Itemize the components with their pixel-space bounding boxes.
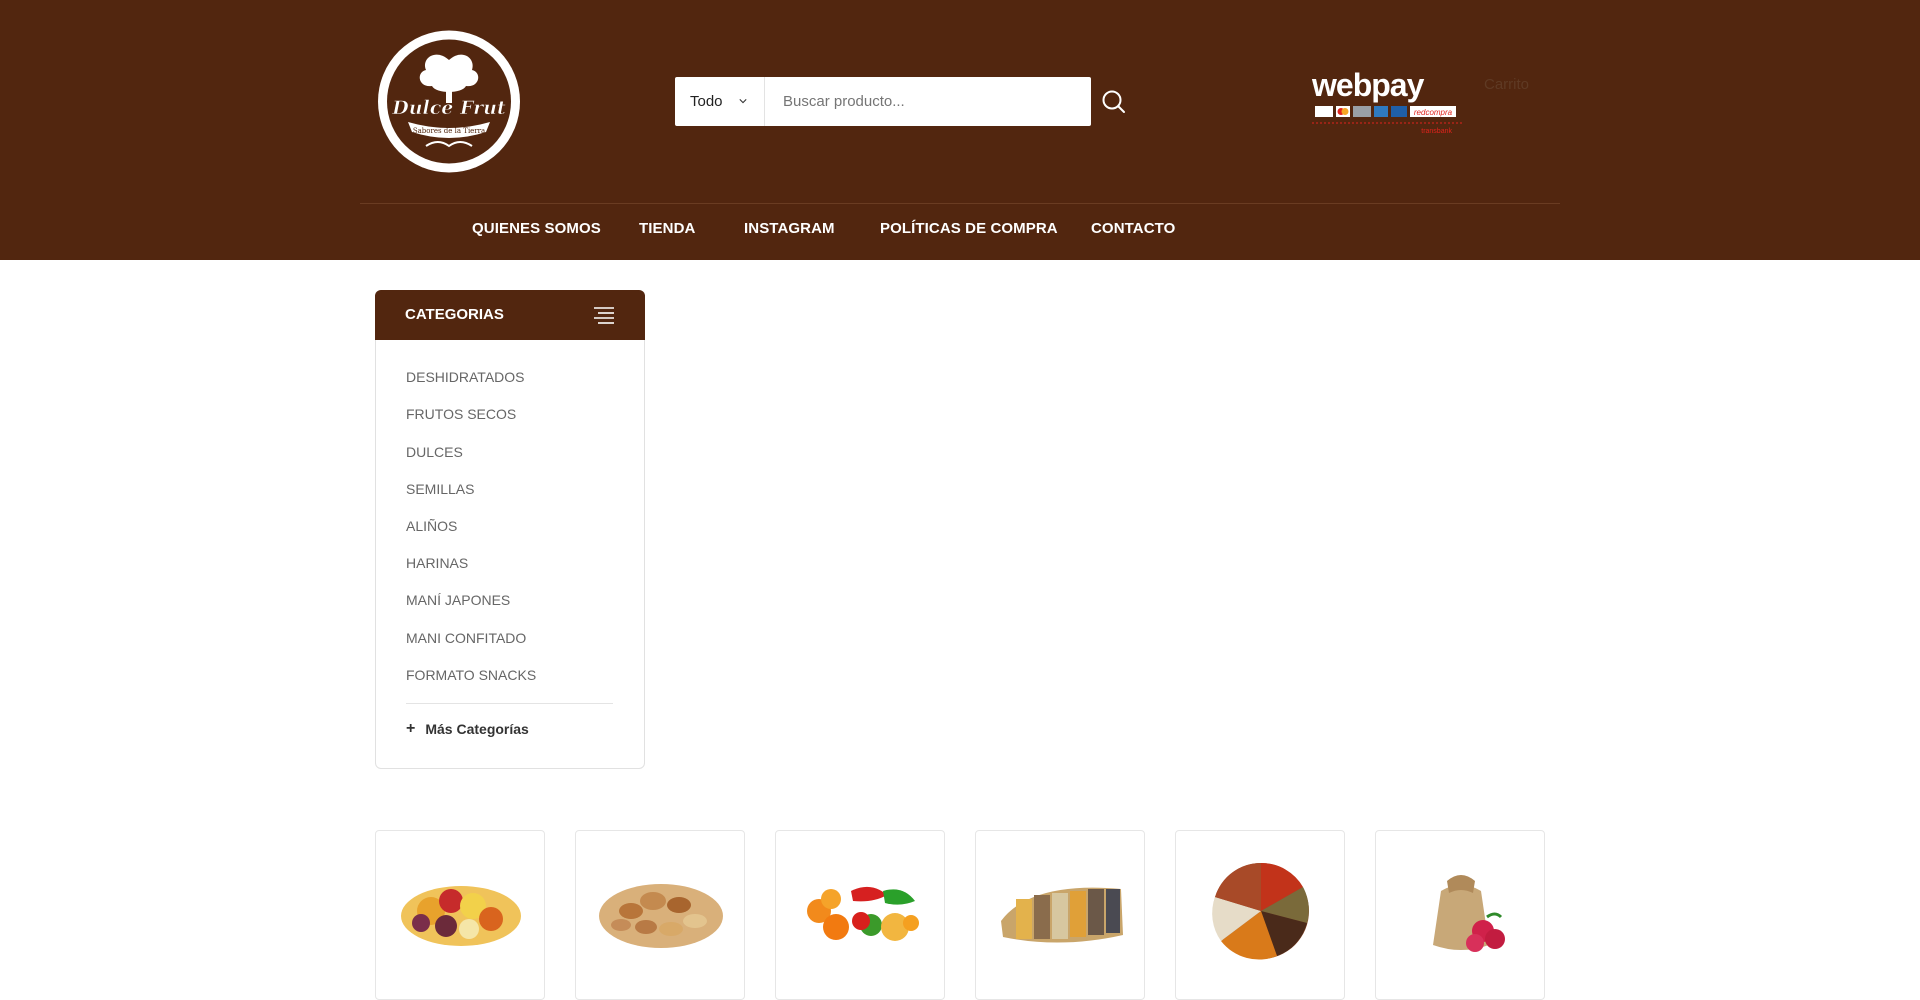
main-nav: QUIENES SOMOS TIENDA INSTAGRAM POLÍTICAS… bbox=[0, 220, 1920, 244]
category-item-dulces[interactable]: DULCES bbox=[406, 444, 463, 460]
product-card-dried-fruit[interactable] bbox=[375, 830, 545, 1000]
logo-text: Dulce Frut bbox=[391, 97, 506, 119]
seeds-assortment-image bbox=[1001, 887, 1123, 943]
spices-assortment-image bbox=[1212, 862, 1309, 960]
nuts-mix-image bbox=[599, 884, 723, 948]
nav-politicas-de-compra[interactable]: POLÍTICAS DE COMPRA bbox=[880, 220, 1058, 237]
nav-instagram[interactable]: INSTAGRAM bbox=[744, 220, 835, 237]
webpay-sub: transbank bbox=[1421, 128, 1452, 135]
more-categories-button[interactable]: + Más Categorías bbox=[406, 720, 529, 738]
product-card-flour[interactable] bbox=[1375, 830, 1545, 1000]
product-card-spices[interactable] bbox=[1175, 830, 1345, 1000]
more-categories-label: Más Categorías bbox=[425, 721, 529, 737]
search-bar: Todo bbox=[675, 77, 1091, 126]
categories-title: CATEGORIAS bbox=[405, 306, 504, 323]
category-item-semillas[interactable]: SEMILLAS bbox=[406, 481, 474, 497]
category-item-frutos-secos[interactable]: FRUTOS SECOS bbox=[406, 406, 516, 422]
dulce-frut-logo[interactable]: Dulce Frut Sabores de la Tierra bbox=[376, 30, 522, 173]
category-item-formato-snacks[interactable]: FORMATO SNACKS bbox=[406, 667, 536, 683]
webpay-logo: webpay redcompra transbank bbox=[1312, 68, 1462, 135]
search-input[interactable] bbox=[765, 77, 1091, 126]
plus-icon: + bbox=[406, 720, 416, 737]
product-card-nuts[interactable] bbox=[575, 830, 745, 1000]
chevron-down-icon bbox=[739, 99, 747, 104]
header-divider bbox=[360, 203, 1560, 204]
category-item-harinas[interactable]: HARINAS bbox=[406, 555, 468, 571]
category-item-alinos[interactable]: ALIÑOS bbox=[406, 518, 457, 534]
category-item-deshidratados[interactable]: DESHIDRATADOS bbox=[406, 369, 525, 385]
category-item-mani-confitado[interactable]: MANI CONFITADO bbox=[406, 630, 526, 646]
gummy-candies-image bbox=[807, 886, 919, 941]
flour-sack-raspberries-image bbox=[1433, 875, 1505, 952]
dried-fruit-mix-image bbox=[401, 886, 521, 946]
product-card-seeds[interactable] bbox=[975, 830, 1145, 1000]
categories-separator bbox=[406, 703, 613, 704]
search-category-select[interactable]: Todo bbox=[675, 77, 765, 126]
cart-link[interactable]: Carrito bbox=[1484, 76, 1529, 93]
nav-quienes-somos[interactable]: QUIENES SOMOS bbox=[472, 220, 601, 237]
menu-lines-icon[interactable] bbox=[593, 306, 615, 324]
categories-header[interactable]: CATEGORIAS bbox=[375, 290, 645, 340]
nav-contacto[interactable]: CONTACTO bbox=[1091, 220, 1175, 237]
nav-tienda[interactable]: TIENDA bbox=[639, 220, 695, 237]
webpay-text: webpay bbox=[1312, 68, 1425, 103]
search-icon[interactable] bbox=[1100, 88, 1128, 116]
product-card-candies[interactable] bbox=[775, 830, 945, 1000]
search-category-label: Todo bbox=[690, 93, 723, 110]
category-item-mani-japones[interactable]: MANÍ JAPONES bbox=[406, 592, 510, 608]
logo-tagline: Sabores de la Tierra bbox=[413, 127, 485, 135]
svg-text:redcompra: redcompra bbox=[1414, 108, 1453, 117]
